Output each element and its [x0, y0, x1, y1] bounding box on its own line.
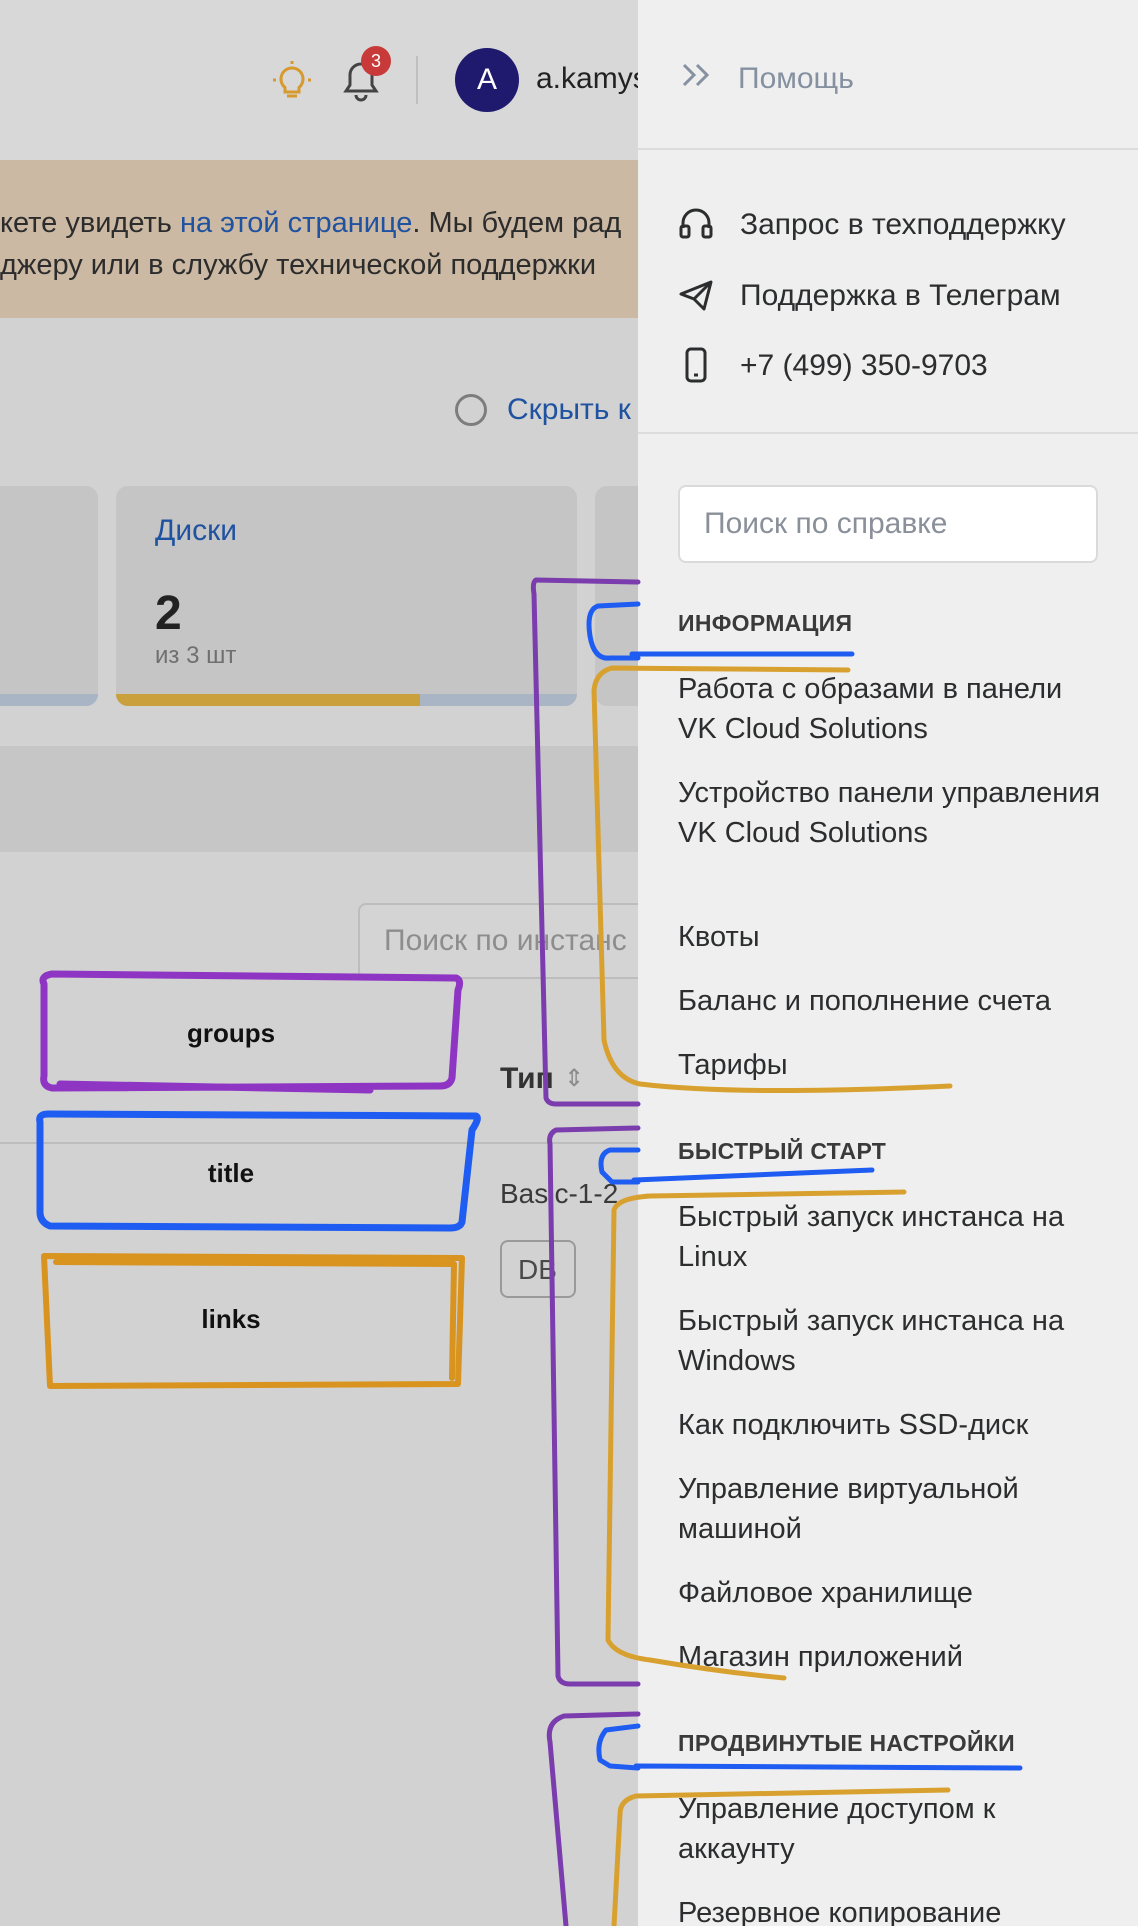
help-panel: Помощь Запрос в техподдержку Поддержка в… [638, 0, 1138, 1926]
help-link[interactable]: Как подключить SSD-диск [678, 1405, 1108, 1445]
instance-type-cell: Basic-1-2 [500, 1178, 619, 1209]
legend-label-title: title [207, 1158, 255, 1188]
help-link[interactable]: Работа с образами в панели VK Cloud Solu… [678, 669, 1108, 749]
section-title: ПРОДВИНУТЫЕ НАСТРОЙКИ [678, 1730, 1015, 1756]
legend-label-groups: groups [186, 1018, 276, 1048]
banner-line1-suffix: . Мы будем рад [412, 207, 622, 239]
quota-bar-fill [116, 694, 421, 706]
notification-badge: 3 [361, 46, 391, 76]
quota-card-title[interactable]: Диски [155, 514, 237, 548]
lightbulb-icon[interactable] [270, 60, 314, 104]
instance-tag: DB [500, 1240, 576, 1298]
telegram-icon [679, 280, 713, 311]
column-header-type[interactable]: Тип [500, 1062, 554, 1096]
quota-card-value: 2 [155, 587, 182, 640]
help-link[interactable]: Управление виртуальной машиной [678, 1469, 1108, 1549]
header-divider [416, 56, 418, 104]
help-link[interactable]: Магазин приложений [678, 1637, 1108, 1677]
quota-bar [0, 694, 98, 706]
phone-icon [685, 347, 707, 383]
quota-card-limit: из 3 шт [155, 642, 237, 669]
help-link[interactable]: Управление доступом к аккаунту [678, 1789, 1108, 1869]
help-link[interactable]: Тарифы [678, 1045, 1108, 1085]
banner-line2: джеру или в службу технической поддержки [0, 249, 597, 281]
help-search-input[interactable] [678, 485, 1098, 563]
section-title: БЫСТРЫЙ СТАРТ [678, 1138, 887, 1164]
help-link[interactable]: Файловое хранилище [678, 1573, 1108, 1613]
help-link[interactable]: Быстрый запуск инстанса на Windows [678, 1301, 1108, 1381]
contact-label: +7 (499) 350-9703 [740, 349, 988, 382]
quota-bar [116, 694, 577, 706]
telegram-support-link[interactable]: Поддержка в Телеграм [678, 271, 1118, 321]
help-link[interactable]: Квоты [678, 917, 1108, 957]
avatar[interactable]: A [455, 48, 519, 112]
help-link[interactable]: Устройство панели управления VK Cloud So… [678, 773, 1108, 853]
banner-text: кете увидеть на этой странице. Мы будем … [0, 202, 621, 286]
sort-icon[interactable]: ⇕ [564, 1064, 584, 1093]
headset-icon [679, 208, 713, 239]
hide-cards-icon [455, 394, 487, 426]
help-panel-header: Помощь [638, 0, 1138, 150]
instance-search-placeholder: Поиск по инстанс [384, 924, 627, 957]
phone-link[interactable]: +7 (499) 350-9703 [678, 341, 1118, 391]
legend-label-links: links [201, 1304, 261, 1334]
help-panel-title: Помощь [738, 62, 854, 95]
panel-divider [638, 432, 1138, 434]
chevrons-right-icon[interactable] [680, 60, 714, 90]
contact-label: Запрос в техподдержку [740, 208, 1066, 241]
help-link[interactable]: Резервное копирование [678, 1893, 1108, 1926]
section-title: ИНФОРМАЦИЯ [678, 610, 853, 636]
username[interactable]: a.kamys [536, 62, 648, 96]
hide-cards-button[interactable]: Скрыть к [507, 393, 631, 427]
banner-link[interactable]: на этой странице [180, 207, 412, 239]
contact-label: Поддержка в Телеграм [740, 279, 1061, 312]
quota-card-disks: Диски 2 из 3 шт [116, 486, 577, 706]
help-link[interactable]: Баланс и пополнение счета [678, 981, 1108, 1021]
banner-line1-prefix: кете увидеть [0, 207, 180, 239]
support-request-link[interactable]: Запрос в техподдержку [678, 200, 1118, 250]
quota-card-left [0, 486, 98, 706]
help-link[interactable]: Быстрый запуск инстанса на Linux [678, 1197, 1108, 1277]
